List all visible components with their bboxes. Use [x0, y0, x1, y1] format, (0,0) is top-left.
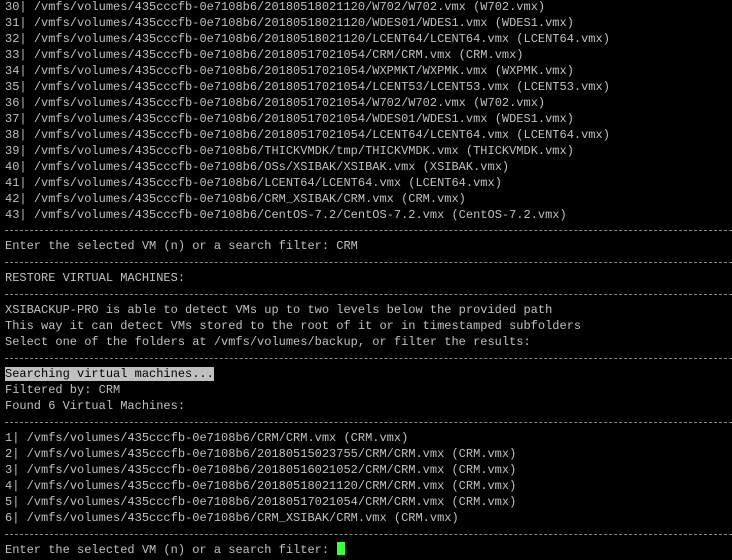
vm-index: 37| — [5, 112, 27, 126]
vm-path: /vmfs/volumes/435cccfb-0e7108b6/LCENT64/… — [33, 176, 502, 190]
vm-path: /vmfs/volumes/435cccfb-0e7108b6/20180517… — [33, 112, 574, 126]
vm-path: /vmfs/volumes/435cccfb-0e7108b6/20180517… — [33, 96, 546, 110]
vm-path: /vmfs/volumes/435cccfb-0e7108b6/20180518… — [26, 479, 517, 493]
selection-prompt: Enter the selected VM (n) or a search fi… — [5, 543, 337, 557]
info-line: XSIBACKUP-PRO is able to detect VMs up t… — [5, 303, 553, 317]
vm-path: /vmfs/volumes/435cccfb-0e7108b6/THICKVMD… — [33, 144, 574, 158]
vm-list-item: 3| /vmfs/volumes/435cccfb-0e7108b6/20180… — [5, 462, 516, 478]
vm-list-item: 32| /vmfs/volumes/435cccfb-0e7108b6/2018… — [5, 31, 610, 47]
vm-path: /vmfs/volumes/435cccfb-0e7108b6/20180516… — [26, 463, 517, 477]
searching-text: Searching virtual machines... — [5, 367, 214, 381]
vm-path: /vmfs/volumes/435cccfb-0e7108b6/20180517… — [33, 80, 610, 94]
vm-index: 38| — [5, 128, 27, 142]
vm-path: /vmfs/volumes/435cccfb-0e7108b6/CRM_XSIB… — [33, 192, 466, 206]
info-line: This way it can detect VMs stored to the… — [5, 319, 582, 333]
vm-path: /vmfs/volumes/435cccfb-0e7108b6/CRM/CRM.… — [26, 431, 409, 445]
vm-index: 2| — [5, 447, 20, 461]
vm-list-item: 39| /vmfs/volumes/435cccfb-0e7108b6/THIC… — [5, 143, 574, 159]
vm-path: /vmfs/volumes/435cccfb-0e7108b6/OSs/XSIB… — [33, 160, 510, 174]
filter-status: Filtered by: CRM — [5, 383, 121, 397]
vm-index: 34| — [5, 64, 27, 78]
vm-path: /vmfs/volumes/435cccfb-0e7108b6/20180518… — [33, 16, 574, 30]
vm-list-item: 1| /vmfs/volumes/435cccfb-0e7108b6/CRM/C… — [5, 430, 408, 446]
vm-path: /vmfs/volumes/435cccfb-0e7108b6/CentOS-7… — [33, 208, 567, 222]
vm-path: /vmfs/volumes/435cccfb-0e7108b6/20180517… — [33, 64, 574, 78]
vm-list-item: 2| /vmfs/volumes/435cccfb-0e7108b6/20180… — [5, 446, 516, 462]
text-cursor[interactable] — [337, 542, 346, 555]
vm-list-item: 34| /vmfs/volumes/435cccfb-0e7108b6/2018… — [5, 63, 574, 79]
separator — [5, 422, 732, 423]
terminal-window[interactable]: 30| /vmfs/volumes/435cccfb-0e7108b6/2018… — [0, 0, 732, 560]
separator — [5, 230, 732, 231]
vm-path: /vmfs/volumes/435cccfb-0e7108b6/20180517… — [33, 128, 610, 142]
vm-index: 32| — [5, 32, 27, 46]
vm-index: 35| — [5, 80, 27, 94]
vm-list-item: 31| /vmfs/volumes/435cccfb-0e7108b6/2018… — [5, 15, 574, 31]
vm-index: 4| — [5, 479, 20, 493]
info-line: Select one of the folders at /vmfs/volum… — [5, 335, 531, 349]
vm-list-item: 40| /vmfs/volumes/435cccfb-0e7108b6/OSs/… — [5, 159, 509, 175]
separator — [5, 294, 732, 295]
vm-index: 30| — [5, 0, 27, 14]
vm-list-item: 33| /vmfs/volumes/435cccfb-0e7108b6/2018… — [5, 47, 524, 63]
vm-list-item: 38| /vmfs/volumes/435cccfb-0e7108b6/2018… — [5, 127, 610, 143]
vm-index: 41| — [5, 176, 27, 190]
restore-header: RESTORE VIRTUAL MACHINES: — [5, 271, 186, 285]
vm-path: /vmfs/volumes/435cccfb-0e7108b6/20180518… — [33, 0, 546, 14]
vm-list-item: 42| /vmfs/volumes/435cccfb-0e7108b6/CRM_… — [5, 191, 466, 207]
vm-path: /vmfs/volumes/435cccfb-0e7108b6/20180517… — [26, 495, 517, 509]
vm-list-item: 37| /vmfs/volumes/435cccfb-0e7108b6/2018… — [5, 111, 574, 127]
vm-index: 33| — [5, 48, 27, 62]
vm-index: 42| — [5, 192, 27, 206]
vm-list-item: 43| /vmfs/volumes/435cccfb-0e7108b6/Cent… — [5, 207, 567, 223]
found-count: Found 6 Virtual Machines: — [5, 399, 186, 413]
vm-index: 5| — [5, 495, 20, 509]
separator — [5, 358, 732, 359]
vm-path: /vmfs/volumes/435cccfb-0e7108b6/20180515… — [26, 447, 517, 461]
selection-prompt: Enter the selected VM (n) or a search fi… — [5, 239, 358, 253]
vm-index: 36| — [5, 96, 27, 110]
separator — [5, 534, 732, 535]
vm-list-item: 4| /vmfs/volumes/435cccfb-0e7108b6/20180… — [5, 478, 516, 494]
vm-index: 43| — [5, 208, 27, 222]
vm-index: 1| — [5, 431, 20, 445]
vm-index: 39| — [5, 144, 27, 158]
separator — [5, 262, 732, 263]
vm-list-item: 6| /vmfs/volumes/435cccfb-0e7108b6/CRM_X… — [5, 510, 459, 526]
vm-index: 40| — [5, 160, 27, 174]
vm-path: /vmfs/volumes/435cccfb-0e7108b6/20180518… — [33, 32, 610, 46]
input-line[interactable]: Enter the selected VM (n) or a search fi… — [5, 542, 346, 558]
searching-status: Searching virtual machines... — [5, 366, 214, 382]
vm-path: /vmfs/volumes/435cccfb-0e7108b6/20180517… — [33, 48, 524, 62]
vm-index: 6| — [5, 511, 20, 525]
vm-list-item: 41| /vmfs/volumes/435cccfb-0e7108b6/LCEN… — [5, 175, 502, 191]
vm-list-item: 35| /vmfs/volumes/435cccfb-0e7108b6/2018… — [5, 79, 610, 95]
vm-path: /vmfs/volumes/435cccfb-0e7108b6/CRM_XSIB… — [26, 511, 459, 525]
vm-list-item: 36| /vmfs/volumes/435cccfb-0e7108b6/2018… — [5, 95, 545, 111]
vm-list-item: 5| /vmfs/volumes/435cccfb-0e7108b6/20180… — [5, 494, 516, 510]
vm-list-item: 30| /vmfs/volumes/435cccfb-0e7108b6/2018… — [5, 0, 545, 15]
vm-index: 31| — [5, 16, 27, 30]
vm-index: 3| — [5, 463, 20, 477]
